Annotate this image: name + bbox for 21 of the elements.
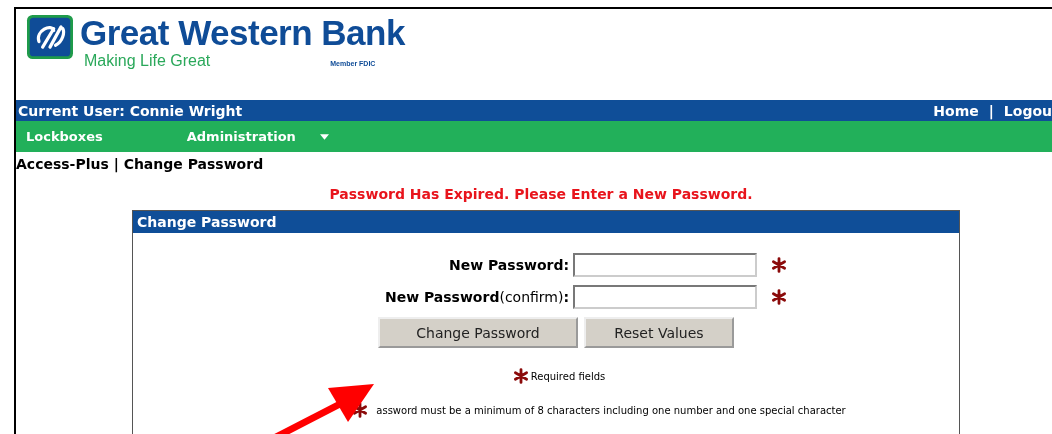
bank-logo-icon [26,14,74,60]
field-label: New Password: [447,257,570,273]
required-note: Required fields [530,370,606,382]
bank-name: Great Western Bank [80,14,405,52]
nav-link[interactable]: Logou [1003,102,1052,119]
field-label: New Password(confirm): [384,289,570,305]
panel-title: Change Password [133,211,959,233]
tagline: Making Life Great [84,52,211,70]
form-button[interactable]: Change Password [378,317,578,348]
nav-link[interactable]: Home [933,102,979,119]
link-separator: | [988,102,994,119]
caret-icon [319,133,329,140]
rule-star-icon [352,402,369,418]
current-user: Current User: Connie Wright [18,102,243,119]
required-star-icon [512,368,529,384]
alert-message: Password Has Expired. Please Enter a New Password. [328,185,754,202]
password-field[interactable] [573,253,758,277]
breadcrumb: Access-Plus | Change Password [16,155,265,172]
password-field[interactable] [573,285,758,309]
password-rule: assword must be a minimum of 8 characters including one number and one special character [376,404,846,416]
form-button[interactable]: Reset Values [584,317,734,348]
